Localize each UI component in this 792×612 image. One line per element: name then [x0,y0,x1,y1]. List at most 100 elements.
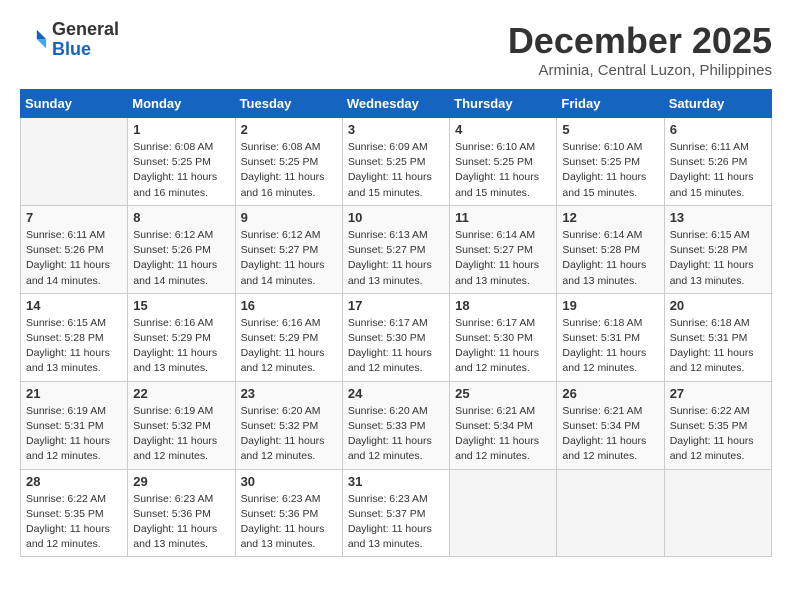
day-number: 20 [670,298,766,313]
calendar-day-cell: 15 Sunrise: 6:16 AMSunset: 5:29 PMDayligh… [128,293,235,381]
weekday-header-cell: Monday [128,90,235,118]
day-info: Sunrise: 6:21 AMSunset: 5:34 PMDaylight:… [562,404,658,465]
day-info: Sunrise: 6:20 AMSunset: 5:32 PMDaylight:… [241,404,337,465]
weekday-header-cell: Friday [557,90,664,118]
day-number: 22 [133,386,229,401]
calendar-day-cell: 1 Sunrise: 6:08 AMSunset: 5:25 PMDaylight… [128,118,235,206]
day-info: Sunrise: 6:12 AMSunset: 5:26 PMDaylight:… [133,228,229,289]
calendar-day-cell: 3 Sunrise: 6:09 AMSunset: 5:25 PMDaylight… [342,118,449,206]
day-info: Sunrise: 6:19 AMSunset: 5:32 PMDaylight:… [133,404,229,465]
day-info: Sunrise: 6:09 AMSunset: 5:25 PMDaylight:… [348,140,444,201]
weekday-header-cell: Saturday [664,90,771,118]
calendar-week-row: 1 Sunrise: 6:08 AMSunset: 5:25 PMDaylight… [21,118,772,206]
page-header: General Blue December 2025 Arminia, Cent… [20,20,772,79]
day-number: 30 [241,474,337,489]
day-number: 21 [26,386,122,401]
title-block: December 2025 Arminia, Central Luzon, Ph… [508,20,772,79]
calendar-day-cell: 7Sunrise: 6:11 AMSunset: 5:26 PMDaylight… [21,205,128,293]
calendar-week-row: 7Sunrise: 6:11 AMSunset: 5:26 PMDaylight… [21,205,772,293]
weekday-header-cell: Sunday [21,90,128,118]
calendar-day-cell: 9 Sunrise: 6:12 AMSunset: 5:27 PMDaylight… [235,205,342,293]
calendar-day-cell: 8Sunrise: 6:12 AMSunset: 5:26 PMDaylight… [128,205,235,293]
calendar-day-cell: 23 Sunrise: 6:20 AMSunset: 5:32 PMDayligh… [235,381,342,469]
day-info: Sunrise: 6:22 AMSunset: 5:35 PMDaylight:… [26,492,122,553]
calendar-day-cell: 31Sunrise: 6:23 AMSunset: 5:37 PMDayligh… [342,469,449,557]
day-info: Sunrise: 6:10 AMSunset: 5:25 PMDaylight:… [562,140,658,201]
logo-icon [20,26,48,54]
day-number: 2 [241,122,337,137]
calendar-week-row: 21 Sunrise: 6:19 AMSunset: 5:31 PMDayligh… [21,381,772,469]
day-info: Sunrise: 6:12 AMSunset: 5:27 PMDaylight:… [241,228,337,289]
calendar-week-row: 28 Sunrise: 6:22 AMSunset: 5:35 PMDayligh… [21,469,772,557]
logo-general-text: General [52,20,119,40]
weekday-header-cell: Thursday [450,90,557,118]
day-info: Sunrise: 6:16 AMSunset: 5:29 PMDaylight:… [133,316,229,377]
day-info: Sunrise: 6:10 AMSunset: 5:25 PMDaylight:… [455,140,551,201]
day-number: 29 [133,474,229,489]
day-number: 25 [455,386,551,401]
day-info: Sunrise: 6:23 AMSunset: 5:36 PMDaylight:… [241,492,337,553]
day-number: 5 [562,122,658,137]
calendar-day-cell: 25Sunrise: 6:21 AMSunset: 5:34 PMDayligh… [450,381,557,469]
day-info: Sunrise: 6:23 AMSunset: 5:36 PMDaylight:… [133,492,229,553]
day-info: Sunrise: 6:11 AMSunset: 5:26 PMDaylight:… [26,228,122,289]
day-info: Sunrise: 6:14 AMSunset: 5:28 PMDaylight:… [562,228,658,289]
calendar-day-cell: 10Sunrise: 6:13 AMSunset: 5:27 PMDayligh… [342,205,449,293]
calendar-day-cell: 16Sunrise: 6:16 AMSunset: 5:29 PMDayligh… [235,293,342,381]
calendar-day-cell: 28 Sunrise: 6:22 AMSunset: 5:35 PMDayligh… [21,469,128,557]
day-info: Sunrise: 6:15 AMSunset: 5:28 PMDaylight:… [26,316,122,377]
day-number: 11 [455,210,551,225]
calendar-day-cell: 14 Sunrise: 6:15 AMSunset: 5:28 PMDayligh… [21,293,128,381]
day-number: 28 [26,474,122,489]
day-number: 1 [133,122,229,137]
day-number: 9 [241,210,337,225]
day-info: Sunrise: 6:19 AMSunset: 5:31 PMDaylight:… [26,404,122,465]
calendar-day-cell [664,469,771,557]
logo-blue-text: Blue [52,40,119,60]
day-info: Sunrise: 6:23 AMSunset: 5:37 PMDaylight:… [348,492,444,553]
calendar-day-cell: 11 Sunrise: 6:14 AMSunset: 5:27 PMDayligh… [450,205,557,293]
day-number: 3 [348,122,444,137]
day-number: 18 [455,298,551,313]
calendar-day-cell: 12 Sunrise: 6:14 AMSunset: 5:28 PMDayligh… [557,205,664,293]
day-info: Sunrise: 6:08 AMSunset: 5:25 PMDaylight:… [241,140,337,201]
calendar-table: SundayMondayTuesdayWednesdayThursdayFrid… [20,89,772,557]
day-info: Sunrise: 6:15 AMSunset: 5:28 PMDaylight:… [670,228,766,289]
calendar-day-cell: 5 Sunrise: 6:10 AMSunset: 5:25 PMDaylight… [557,118,664,206]
calendar-day-cell [557,469,664,557]
day-info: Sunrise: 6:17 AMSunset: 5:30 PMDaylight:… [455,316,551,377]
weekday-header-cell: Tuesday [235,90,342,118]
calendar-day-cell: 20 Sunrise: 6:18 AMSunset: 5:31 PMDayligh… [664,293,771,381]
day-number: 23 [241,386,337,401]
day-number: 26 [562,386,658,401]
day-number: 13 [670,210,766,225]
logo: General Blue [20,20,119,60]
day-info: Sunrise: 6:17 AMSunset: 5:30 PMDaylight:… [348,316,444,377]
day-info: Sunrise: 6:08 AMSunset: 5:25 PMDaylight:… [133,140,229,201]
day-info: Sunrise: 6:20 AMSunset: 5:33 PMDaylight:… [348,404,444,465]
calendar-day-cell: 24 Sunrise: 6:20 AMSunset: 5:33 PMDayligh… [342,381,449,469]
calendar-day-cell: 21 Sunrise: 6:19 AMSunset: 5:31 PMDayligh… [21,381,128,469]
day-info: Sunrise: 6:14 AMSunset: 5:27 PMDaylight:… [455,228,551,289]
day-number: 19 [562,298,658,313]
day-number: 14 [26,298,122,313]
day-info: Sunrise: 6:11 AMSunset: 5:26 PMDaylight:… [670,140,766,201]
calendar-day-cell: 6Sunrise: 6:11 AMSunset: 5:26 PMDaylight… [664,118,771,206]
day-number: 16 [241,298,337,313]
day-info: Sunrise: 6:18 AMSunset: 5:31 PMDaylight:… [670,316,766,377]
day-info: Sunrise: 6:22 AMSunset: 5:35 PMDaylight:… [670,404,766,465]
day-number: 4 [455,122,551,137]
calendar-day-cell [21,118,128,206]
calendar-day-cell: 30 Sunrise: 6:23 AMSunset: 5:36 PMDayligh… [235,469,342,557]
calendar-day-cell: 22 Sunrise: 6:19 AMSunset: 5:32 PMDayligh… [128,381,235,469]
calendar-day-cell: 26 Sunrise: 6:21 AMSunset: 5:34 PMDayligh… [557,381,664,469]
calendar-day-cell [450,469,557,557]
location-title: Arminia, Central Luzon, Philippines [508,62,772,79]
day-number: 24 [348,386,444,401]
calendar-week-row: 14 Sunrise: 6:15 AMSunset: 5:28 PMDayligh… [21,293,772,381]
day-number: 15 [133,298,229,313]
weekday-header-row: SundayMondayTuesdayWednesdayThursdayFrid… [21,90,772,118]
calendar-day-cell: 17Sunrise: 6:17 AMSunset: 5:30 PMDayligh… [342,293,449,381]
day-number: 12 [562,210,658,225]
day-number: 10 [348,210,444,225]
